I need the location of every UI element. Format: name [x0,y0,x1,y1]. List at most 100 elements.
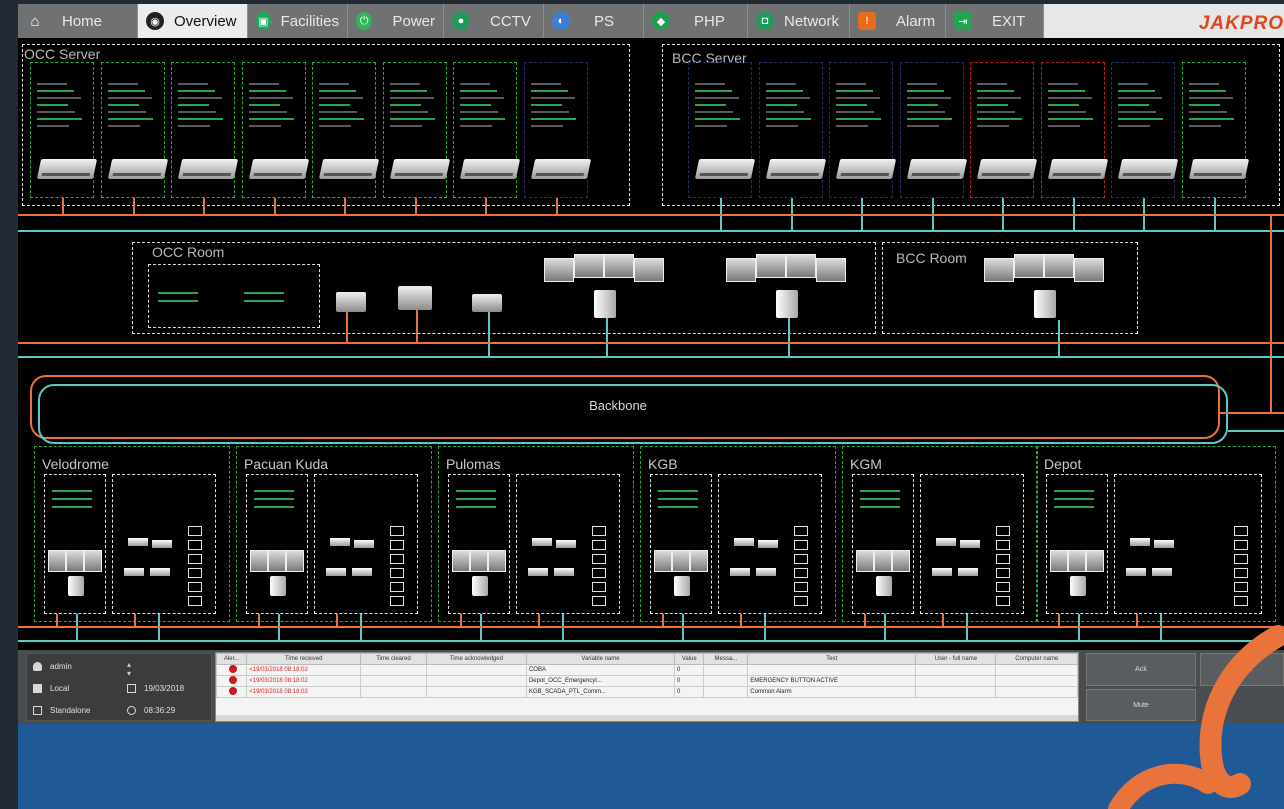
io-box [592,526,606,536]
alarm-column-header[interactable]: Variable name [525,653,676,665]
nav-power[interactable]: ⏻ Power [348,4,444,38]
switch [936,538,956,546]
io-box [188,596,202,606]
status-line [695,125,727,127]
status-line [248,104,280,106]
alarm-cell [360,664,427,676]
monitor [874,550,892,572]
nav-alarm[interactable]: ! Alarm [850,4,946,38]
io-box [996,596,1010,606]
date-value: 19/03/2018 [144,684,185,693]
monitor [690,550,708,572]
nav-facilities[interactable]: ▣ Facilities [248,4,348,38]
status-line [1054,498,1094,500]
nav-overview[interactable]: ◉ Overview [138,4,248,38]
status-line [695,97,739,99]
server-column [453,62,521,198]
alarm-column-header[interactable]: Text [747,653,917,665]
alarm-cell: Common Alarm [747,686,917,698]
io-box [188,554,202,564]
server-column [688,62,756,198]
status-line [765,83,796,85]
server-unit [1117,159,1179,179]
status-line [319,90,356,92]
monitor [574,254,604,278]
monitor [66,550,84,572]
site-drop [278,614,280,642]
alarm-row[interactable]: <19/03/2018 08:18:02 Depot_OCC_Emergencyt… [216,675,1078,687]
alarm-cell [425,675,527,687]
user-row[interactable]: admin [33,662,72,671]
server-column [100,62,168,198]
nav-ps[interactable]: ◐ PS [544,4,644,38]
status-line [906,118,952,120]
io-box [996,554,1010,564]
status-line [836,83,866,85]
status-line [1047,125,1080,127]
monitor [816,258,846,282]
status-line [319,118,364,120]
site-drop [1078,614,1080,642]
status-line [107,125,140,127]
alarm-table: Aler... Time received Time cleared Time ack… [215,652,1079,722]
alarm-column-header[interactable]: Value [674,653,705,665]
alarm-column-header[interactable]: Computer name [995,653,1078,665]
monitor [488,550,506,572]
alarm-column-header[interactable]: Aler... [216,653,248,665]
alarm-column-header[interactable]: Time acknowledged [425,653,527,665]
server-unit [177,159,239,179]
alarm-column-header[interactable]: Time received [246,653,362,665]
monitor [604,254,634,278]
switch [960,540,980,548]
nav-php[interactable]: ◆ PHP [644,4,748,38]
ps-icon: ◐ [552,12,570,30]
monitor [856,550,874,572]
site-drop [884,614,886,642]
alarm-cell [915,686,997,698]
alarm-column-header[interactable]: Messa... [703,653,749,665]
alarm-column-header[interactable]: User - full name [915,653,997,665]
monitor [286,550,304,572]
alarm-indicator-icon [228,687,237,695]
standalone-label: Standalone [50,706,91,715]
jakpro-swoosh-logo [1108,625,1284,809]
status-line [860,498,900,500]
monitor [470,550,488,572]
nav-home[interactable]: ⌂ Home [18,4,138,38]
alarm-cell: <19/03/2018 08:18:02 [246,664,362,676]
io-box [188,582,202,592]
alarm-cell: Depot_OCC_Emergencyt... [525,675,676,687]
monitor [1086,550,1104,572]
alarm-column-header[interactable]: Time cleared [360,653,427,665]
alarm-row[interactable]: <19/03/2018 08:18:02 COBA 0 [216,664,1078,676]
nav-cctv[interactable]: ● CCTV [444,4,544,38]
status-line [178,111,216,113]
switch [756,568,776,576]
status-line [37,90,74,92]
nav-exit[interactable]: ⇥ EXIT [946,4,1044,38]
status-line [977,97,1021,99]
pc-tower [1034,290,1056,318]
io-box [390,526,404,536]
io-box [794,554,808,564]
switch [556,540,576,548]
monitor-icon [33,706,42,715]
status-line [389,83,420,85]
site-drop [764,614,766,642]
nav-label: Home [62,12,103,30]
alarm-cell: 0 [674,675,705,687]
mode-label: Local [50,684,70,693]
nav-label: Overview [174,12,237,30]
teal-bus-1 [18,230,1284,232]
status-line [107,104,139,106]
user-dropdown-icon[interactable]: ▴ ▾ [127,660,131,678]
table-scrollbar[interactable] [216,715,1078,721]
status-line [460,97,504,99]
alarm-row[interactable]: <19/03/2018 08:18:02 KGB_SCADA_PTL_Comm..… [216,686,1078,698]
status-line [658,506,698,508]
server-unit [107,159,168,179]
nav-network[interactable]: ◘ Network [748,4,850,38]
alarm-cell [747,664,917,676]
status-line [319,104,350,106]
status-line [695,111,733,113]
